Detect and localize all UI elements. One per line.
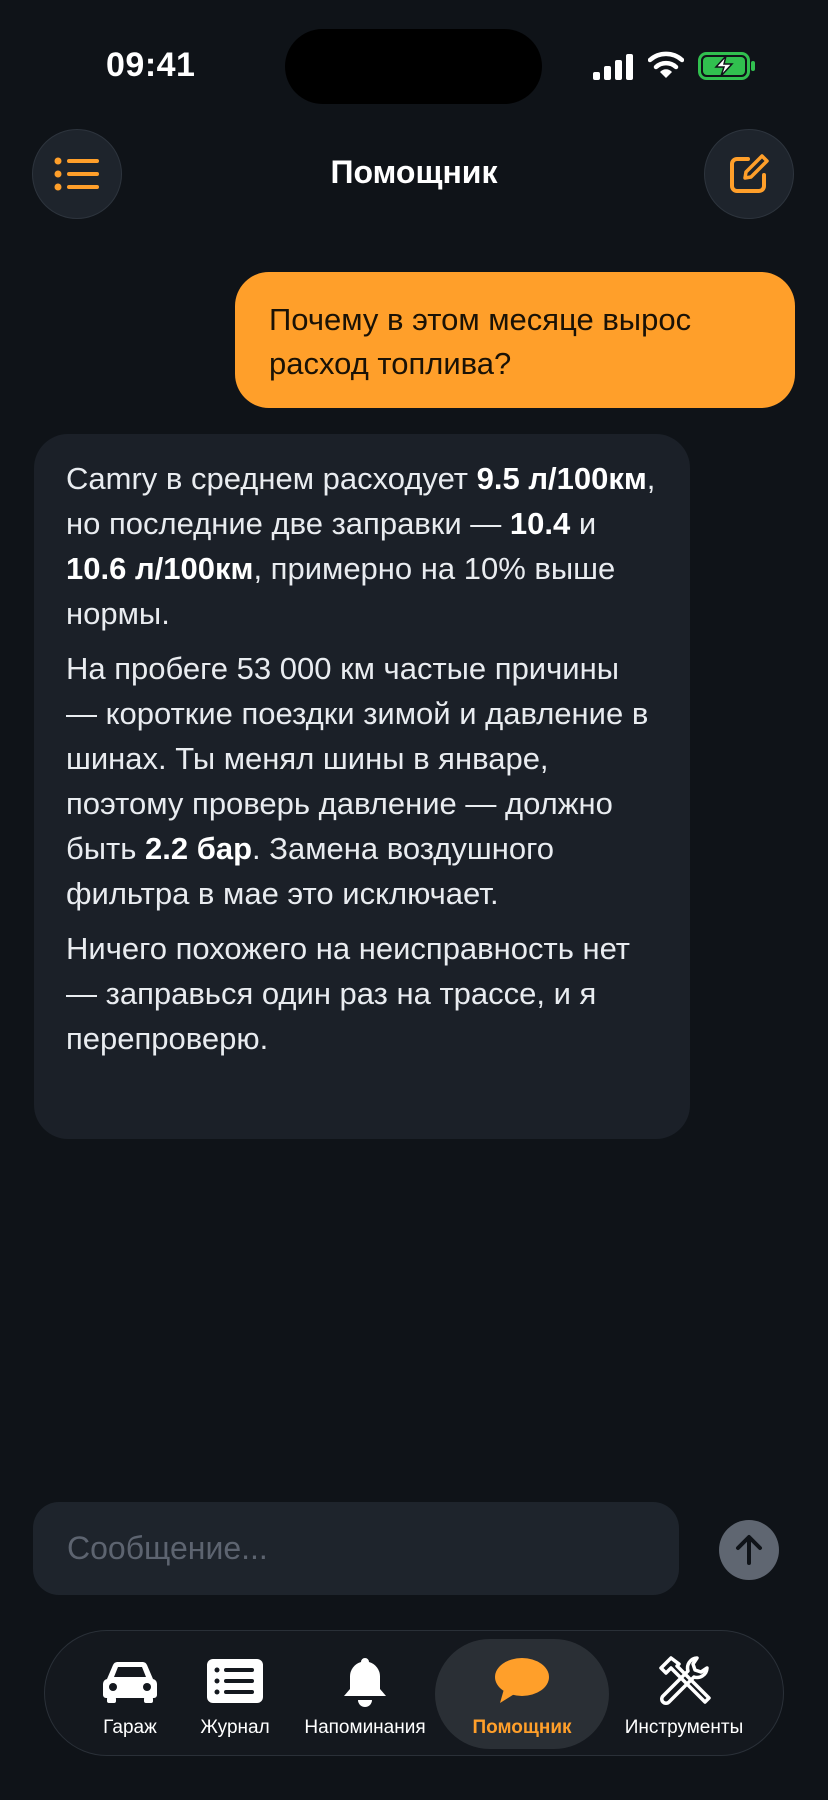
assistant-paragraph-2: На пробеге 53 000 км частые причины — ко… [66, 646, 658, 916]
tab-tools[interactable]: Инструменты [609, 1639, 759, 1749]
assistant-screen: 09:41 Помощник Почему в этом месяце выро… [0, 0, 828, 1800]
new-chat-button[interactable] [704, 129, 794, 219]
cellular-signal-icon [593, 54, 633, 80]
dynamic-island [285, 29, 542, 104]
arrow-up-icon [736, 1535, 762, 1565]
highlight-value: 2.2 бар [145, 831, 253, 866]
tools-icon [659, 1656, 711, 1705]
tab-label: Журнал [200, 1717, 270, 1738]
list-icon [207, 1659, 263, 1703]
status-time: 09:41 [106, 46, 196, 84]
assistant-paragraph-1: Camry в среднем расходует 9.5 л/100км, н… [66, 456, 658, 636]
message-input[interactable] [33, 1502, 679, 1595]
user-message-bubble: Почему в этом месяце вырос расход топлив… [235, 272, 795, 408]
assistant-paragraph-3: Ничего похожего на неисправность нет — з… [66, 931, 630, 1056]
highlight-value: 10.4 [509, 506, 571, 541]
tab-garage[interactable]: Гараж [75, 1639, 185, 1749]
compose-icon [730, 154, 769, 193]
tab-assistant[interactable]: Помощник [435, 1639, 609, 1749]
tab-bar: Гараж Журнал Напоминания Помощник Инстру… [44, 1630, 784, 1756]
assistant-message-bubble: Camry в среднем расходует 9.5 л/100км, н… [34, 434, 690, 1139]
highlight-value: 10.6 л/100км [66, 551, 254, 586]
send-button[interactable] [719, 1520, 779, 1580]
highlight-value: 9.5 л/100км [476, 461, 647, 496]
bell-icon [344, 1658, 386, 1707]
assistant-text: и [570, 506, 597, 541]
battery-charging-icon [698, 52, 755, 80]
tab-journal[interactable]: Журнал [185, 1639, 285, 1749]
message-input-container [33, 1502, 679, 1595]
wifi-icon [648, 51, 684, 78]
chat-bubble-icon [495, 1658, 549, 1703]
tab-label: Помощник [472, 1717, 572, 1738]
tab-label: Инструменты [624, 1717, 744, 1738]
car-icon [102, 1662, 158, 1703]
tab-reminders[interactable]: Напоминания [295, 1639, 435, 1749]
tab-label: Напоминания [304, 1717, 426, 1738]
assistant-text: Camry в среднем расходует [66, 461, 477, 496]
tab-label: Гараж [103, 1717, 157, 1738]
